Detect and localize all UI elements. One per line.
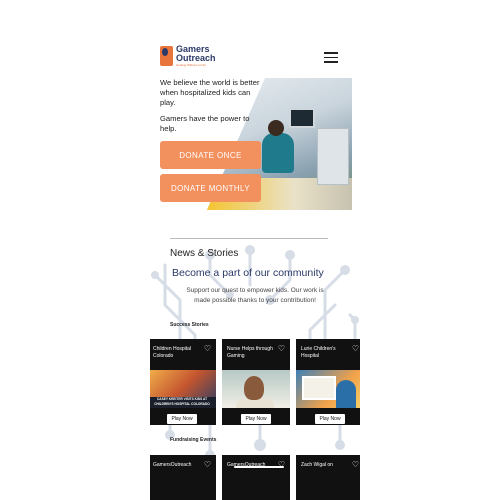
fundraising-card[interactable]: GamersOutreach ♡ (222, 455, 290, 500)
news-section-title: News & Stories (170, 248, 239, 259)
heart-icon[interactable]: ♡ (352, 460, 359, 469)
card-title: Lurie Children's Hospital (301, 346, 336, 359)
card-title: Zach Wigal on (301, 462, 333, 468)
success-card[interactable]: Children Hospital Colorado ♡ CASEY KREIT… (150, 339, 216, 425)
donate-once-button[interactable]: DONATE ONCE (160, 141, 261, 169)
hero-text-mission: We believe the world is better when hosp… (160, 78, 260, 107)
carousel-scrollbar[interactable] (234, 466, 284, 468)
card-title: Nurse Helps through Gaming (227, 346, 273, 359)
card-image: CASEY KREITER VISITS KIDS AT CHILDREN'S … (150, 370, 216, 408)
hero-text-power: Gamers have the power to help. (160, 114, 250, 133)
card-title: GamersOutreach (153, 462, 192, 468)
card-banner: CASEY KREITER VISITS KIDS AT CHILDREN'S … (150, 397, 216, 408)
heart-icon[interactable]: ♡ (204, 460, 211, 469)
play-now-button[interactable]: Play Now (315, 414, 345, 424)
monitor-icon (289, 108, 315, 128)
hamburger-icon[interactable] (324, 52, 338, 66)
fundraising-card[interactable]: Zach Wigal on ♡ (296, 455, 360, 500)
logo-tagline: Healing Without Limits (176, 63, 206, 67)
success-card[interactable]: Nurse Helps through Gaming ♡ Play Now (222, 339, 290, 425)
logo-icon (160, 46, 173, 66)
success-card[interactable]: Lurie Children's Hospital ♡ Play Now (296, 339, 360, 425)
page: Gamers Outreach Healing Without Limits W… (150, 30, 360, 500)
card-title: Children Hospital Colorado (153, 346, 192, 359)
logo[interactable]: Gamers Outreach Healing Without Limits (160, 45, 216, 67)
community-headline: Become a part of our community (172, 267, 324, 279)
fundraising-events-label: Fundraising Events (170, 437, 217, 443)
card-image (222, 370, 290, 408)
heart-icon[interactable]: ♡ (352, 344, 359, 353)
logo-name-line2: Outreach (176, 53, 216, 63)
divider (170, 238, 328, 239)
play-now-button[interactable]: Play Now (167, 414, 197, 424)
heart-icon[interactable]: ♡ (204, 344, 211, 353)
success-stories-label: Success Stories (170, 322, 209, 328)
support-text: Support our quest to empower kids. Our w… (186, 287, 324, 304)
card-image (296, 370, 360, 408)
donate-monthly-button[interactable]: DONATE MONTHLY (160, 174, 261, 202)
fundraising-card[interactable]: GamersOutreach ♡ (150, 455, 216, 500)
heart-icon[interactable]: ♡ (278, 344, 285, 353)
play-now-button[interactable]: Play Now (241, 414, 271, 424)
